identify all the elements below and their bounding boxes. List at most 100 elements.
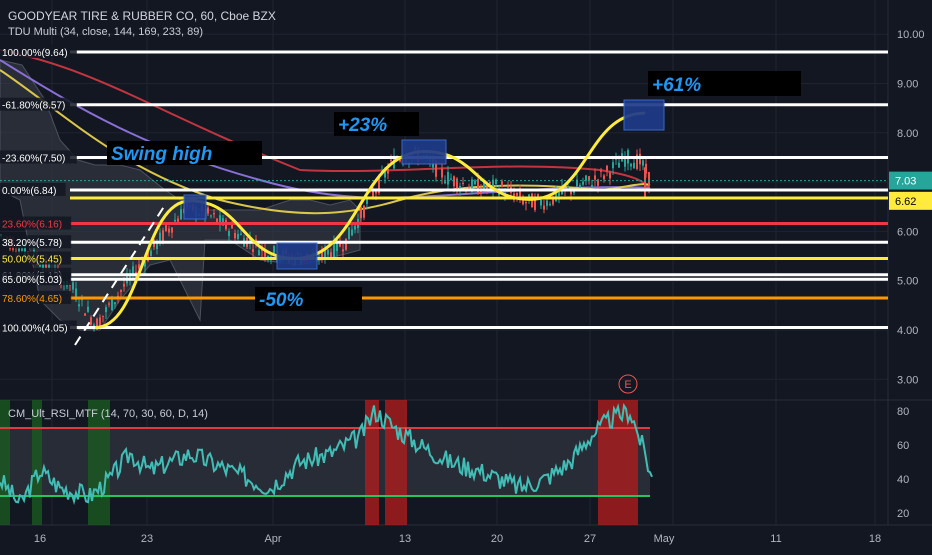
candle-body (372, 190, 374, 198)
candle-body (213, 212, 215, 215)
price-tick: 5.00 (897, 276, 918, 288)
fib-label: 0.00%(6.84) (2, 186, 56, 197)
candle-body (207, 207, 209, 214)
swing-high-label: Swing high (111, 144, 212, 165)
fib-label: 100.00%(4.05) (2, 324, 68, 335)
candle-body (441, 168, 443, 178)
candle-body (102, 315, 104, 317)
pivot-box (623, 99, 665, 131)
candle-body (108, 303, 110, 305)
candle-body (330, 252, 332, 258)
rsi-tick: 80 (897, 406, 909, 418)
level-badge: 6.62 (895, 196, 916, 208)
candle-body (618, 162, 620, 168)
pivot-box (401, 139, 447, 165)
candle-body (543, 205, 545, 210)
candle-body (582, 181, 584, 185)
candle-body (612, 162, 614, 169)
fib-label: 78.60%(4.65) (2, 294, 62, 305)
candle-body (342, 249, 344, 252)
candle-body (594, 175, 596, 180)
candle-body (123, 283, 125, 287)
candle-body (354, 225, 356, 230)
fib-label: 38.20%(5.78) (2, 238, 62, 249)
price-tick: 8.00 (897, 128, 918, 140)
fib-label: 23.60%(6.16) (2, 220, 62, 231)
candle-body (150, 250, 152, 257)
candle-body (348, 227, 350, 240)
candle-body (168, 228, 170, 233)
candle-body (600, 170, 602, 172)
price-tick: 6.00 (897, 226, 918, 238)
rsi-zone (598, 400, 638, 525)
time-tick: 13 (399, 533, 411, 545)
price-tick: 10.00 (897, 29, 925, 41)
candle-body (174, 219, 176, 222)
pivot-box (183, 194, 207, 220)
plus23-label: +23% (338, 115, 387, 136)
candle-body (87, 306, 89, 312)
candle-body (588, 176, 590, 181)
candle-body (603, 175, 605, 180)
candle-body (177, 218, 179, 222)
candle-body (165, 225, 167, 231)
candle-body (387, 169, 389, 174)
candle-body (462, 182, 464, 184)
candle-body (99, 317, 101, 327)
candle-body (216, 218, 218, 223)
candle-body (240, 233, 242, 235)
time-tick: 18 (869, 533, 881, 545)
candle-body (231, 224, 233, 229)
candle-body (120, 290, 122, 292)
candle-body (567, 187, 569, 189)
fib-label: 65.00%(5.03) (2, 275, 62, 286)
candle-body (84, 313, 86, 316)
time-tick: 23 (141, 533, 153, 545)
candle-body (579, 184, 581, 187)
candle-body (609, 172, 611, 179)
candle-body (132, 266, 134, 275)
fib-label: -23.60%(7.50) (2, 153, 65, 164)
candle-body (363, 205, 365, 218)
candle-body (228, 230, 230, 237)
pivot-box (276, 242, 318, 270)
rsi-tick: 60 (897, 440, 909, 452)
candle-body (327, 249, 329, 255)
earnings-marker-label: E (624, 379, 631, 391)
rsi-tick: 40 (897, 474, 909, 486)
candle-body (360, 206, 362, 219)
indicator-legend: TDU Multi (34, close, 144, 169, 233, 89) (8, 26, 204, 38)
candle-body (585, 175, 587, 181)
candle-body (540, 199, 542, 206)
candle-body (642, 160, 644, 166)
time-tick: Apr (264, 533, 281, 545)
candle-body (507, 186, 509, 188)
candle-body (525, 202, 527, 204)
chart-container[interactable]: 100.00%(9.64) -61.80%(8.57) -23.60%(7.50) 0… (0, 0, 932, 550)
candle-body (444, 181, 446, 184)
candle-body (648, 172, 650, 187)
candle-body (345, 238, 347, 250)
candle-body (516, 192, 518, 196)
rsi-tick: 20 (897, 508, 909, 520)
candle-body (162, 230, 164, 242)
time-tick: May (654, 533, 675, 545)
candle-body (489, 181, 491, 184)
price-tick: 4.00 (897, 325, 918, 337)
fib-label: -61.80%(8.57) (2, 101, 65, 112)
candle-body (252, 249, 254, 253)
candle-body (390, 159, 392, 162)
candle-body (453, 176, 455, 187)
candle-body (591, 184, 593, 187)
time-tick: 27 (584, 533, 596, 545)
candle-body (234, 233, 236, 239)
rsi-zone (385, 400, 407, 525)
candle-body (210, 215, 212, 217)
candle-body (477, 178, 479, 195)
price-chart[interactable]: 100.00%(9.64) -61.80%(8.57) -23.60%(7.50) 0… (0, 0, 932, 550)
candle-body (72, 282, 74, 290)
price-tick: 9.00 (897, 79, 918, 91)
candle-body (549, 204, 551, 206)
candle-body (180, 209, 182, 220)
candle-body (273, 245, 275, 254)
